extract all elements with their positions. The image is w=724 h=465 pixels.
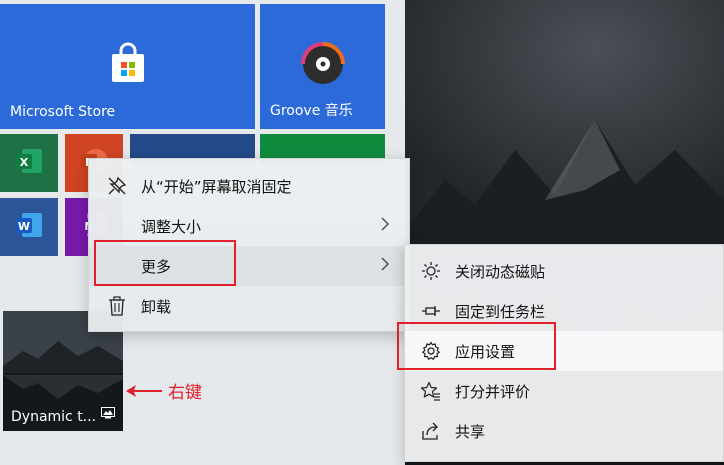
menu-item-label: 调整大小	[141, 217, 202, 236]
more-highlight-box	[94, 240, 236, 286]
annotation-label: 右键	[168, 383, 202, 403]
groove-disc-icon	[300, 42, 345, 90]
word-icon: W	[14, 210, 44, 244]
submenu-item-rate-review[interactable]: 打分并评价	[405, 371, 723, 411]
groove-tile-label: Groove 音乐	[270, 103, 353, 119]
menu-item-unpin[interactable]: 从“开始”屏幕取消固定	[89, 166, 409, 206]
svg-text:W: W	[18, 220, 30, 233]
tile-badge-icon	[101, 404, 115, 423]
submenu-item-share[interactable]: 共享	[405, 411, 723, 451]
dynamic-tile-label: Dynamic t...	[11, 409, 97, 425]
submenu-item-label: 关闭动态磁贴	[455, 262, 546, 281]
excel-icon: X	[14, 146, 44, 180]
submenu-item-label: 共享	[455, 422, 486, 441]
right-click-annotation: 右键	[126, 378, 202, 403]
svg-text:X: X	[20, 156, 29, 169]
word-tile[interactable]: W	[0, 198, 58, 256]
unpin-icon	[107, 176, 127, 196]
share-icon	[421, 421, 441, 441]
groove-music-tile[interactable]: Groove 音乐	[260, 4, 385, 129]
chevron-right-icon	[381, 257, 389, 275]
submenu-item-label: 固定到任务栏	[455, 302, 546, 321]
submenu-item-turn-off-live-tile[interactable]: 关闭动态磁贴	[405, 251, 723, 291]
trash-icon	[107, 296, 127, 316]
excel-tile[interactable]: X	[0, 134, 58, 192]
annotation-arrow-icon	[126, 384, 162, 397]
menu-item-label: 卸载	[141, 297, 172, 316]
submenu-item-label: 打分并评价	[455, 382, 531, 401]
chevron-right-icon	[381, 217, 389, 235]
store-bag-icon	[106, 42, 150, 90]
microsoft-store-tile[interactable]: Microsoft Store	[0, 4, 255, 129]
menu-item-uninstall[interactable]: 卸载	[89, 286, 409, 326]
star-rate-icon	[421, 381, 441, 401]
app-settings-highlight-box	[397, 322, 556, 370]
pin-icon	[421, 301, 441, 321]
store-tile-label: Microsoft Store	[10, 104, 116, 120]
live-tile-icon	[421, 261, 441, 281]
menu-item-label: 从“开始”屏幕取消固定	[141, 177, 292, 196]
